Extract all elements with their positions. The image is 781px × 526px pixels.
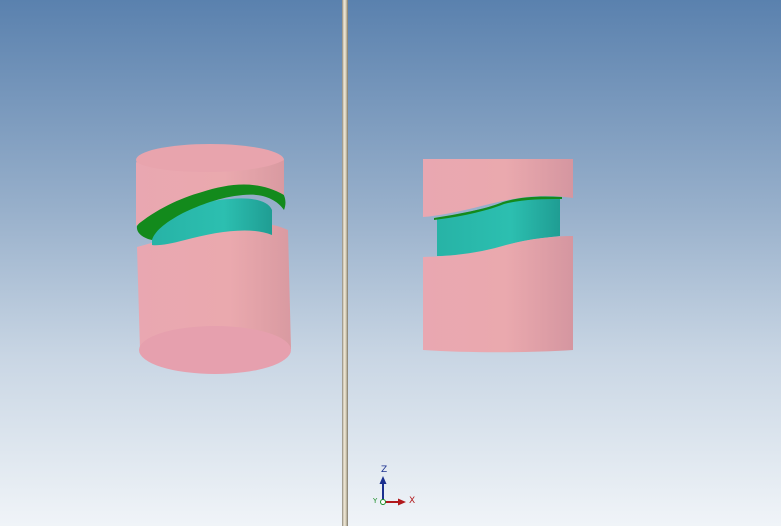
lower-cylinder-bottom-face <box>139 326 291 374</box>
model-front[interactable] <box>348 0 781 526</box>
axis-x-label: X <box>409 496 416 506</box>
viewport-front[interactable]: Z X Y <box>348 0 781 526</box>
viewport-isometric[interactable] <box>0 0 342 526</box>
axis-triad: Z X Y <box>370 462 420 512</box>
model-isometric[interactable] <box>0 0 342 526</box>
axis-y-label: Y <box>373 497 378 505</box>
axis-z-label: Z <box>381 465 388 475</box>
